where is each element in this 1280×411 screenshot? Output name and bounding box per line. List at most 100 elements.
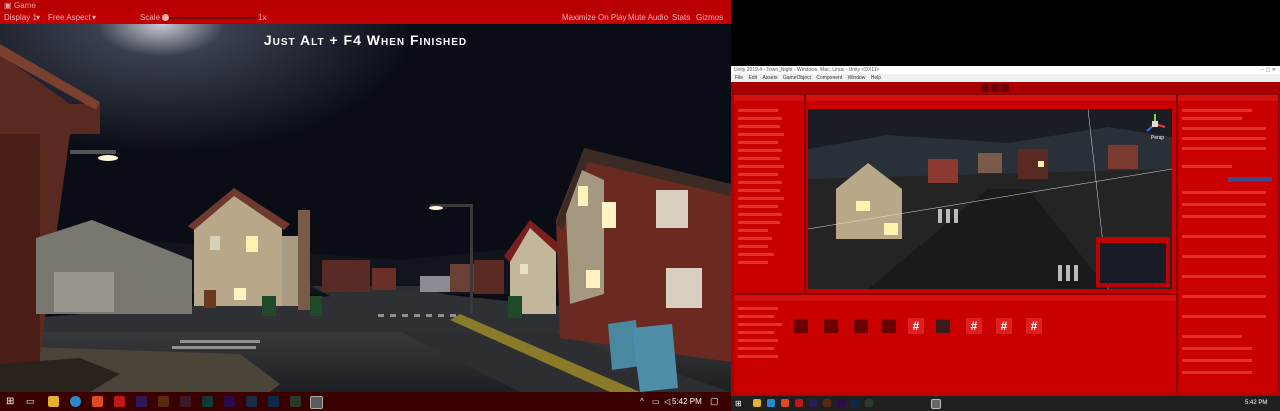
project-tree-row[interactable] bbox=[738, 339, 778, 342]
menu-window[interactable]: Window bbox=[848, 75, 866, 81]
inspector-row[interactable] bbox=[1182, 315, 1266, 318]
hierarchy-panel[interactable] bbox=[733, 94, 805, 294]
menu-assets[interactable]: Assets bbox=[762, 75, 777, 81]
gizmos-dropdown[interactable]: Gizmos bbox=[696, 12, 723, 24]
project-tree-row[interactable] bbox=[738, 355, 778, 358]
project-tree-row[interactable] bbox=[738, 307, 778, 310]
inspector-panel[interactable] bbox=[1177, 94, 1279, 394]
hierarchy-row[interactable] bbox=[738, 205, 778, 208]
inspector-row[interactable] bbox=[1182, 165, 1232, 168]
inspector-row[interactable] bbox=[1182, 235, 1266, 238]
visual-studio-icon[interactable] bbox=[310, 396, 323, 409]
hierarchy-row[interactable] bbox=[738, 149, 782, 152]
hierarchy-row[interactable] bbox=[738, 125, 780, 128]
photoshop-icon[interactable] bbox=[851, 399, 859, 407]
menu-component[interactable]: Component bbox=[816, 75, 842, 81]
menu-gameobject[interactable]: GameObject bbox=[783, 75, 811, 81]
menu-file[interactable]: File bbox=[735, 75, 743, 81]
illustrator-icon[interactable] bbox=[823, 399, 831, 407]
scale-slider-handle[interactable] bbox=[162, 14, 169, 21]
hierarchy-row[interactable] bbox=[738, 261, 768, 264]
file-explorer-icon[interactable] bbox=[753, 399, 761, 407]
play-button[interactable] bbox=[981, 84, 989, 92]
game-viewport[interactable]: Just Alt + F4 When Finished bbox=[0, 24, 731, 392]
script-icon[interactable]: # bbox=[996, 318, 1012, 334]
game-window-titlebar[interactable]: ▣ Game bbox=[0, 0, 731, 12]
inspector-row[interactable] bbox=[1182, 137, 1266, 140]
inspector-row[interactable] bbox=[1182, 295, 1266, 298]
hierarchy-row[interactable] bbox=[738, 213, 782, 216]
hierarchy-row[interactable] bbox=[738, 229, 768, 232]
scene-gizmo-icon[interactable] bbox=[1144, 113, 1166, 135]
acrobat-icon[interactable] bbox=[795, 399, 803, 407]
hierarchy-row[interactable] bbox=[738, 157, 780, 160]
hierarchy-row[interactable] bbox=[738, 181, 782, 184]
aspect-dropdown[interactable]: Free Aspect bbox=[48, 12, 91, 24]
project-tree-row[interactable] bbox=[738, 315, 774, 318]
inspector-row[interactable] bbox=[1182, 203, 1266, 206]
project-tree-row[interactable] bbox=[738, 347, 774, 350]
scene-persp-label[interactable]: Persp bbox=[1151, 135, 1164, 141]
windows-icon[interactable]: ⊞ bbox=[6, 396, 17, 407]
hierarchy-row[interactable] bbox=[738, 109, 778, 112]
menu-edit[interactable]: Edit bbox=[748, 75, 757, 81]
brave-icon[interactable] bbox=[781, 399, 789, 407]
scene-view-panel[interactable]: Persp bbox=[805, 94, 1177, 294]
game-window-title[interactable]: Game bbox=[14, 0, 36, 12]
maximize-on-play-toggle[interactable]: Maximize On Play bbox=[562, 12, 626, 24]
unity-titlebar[interactable]: Unity 2019.4 - Town_Night - Windows, Mac… bbox=[731, 66, 1280, 74]
folder-icon[interactable] bbox=[854, 319, 868, 333]
windows-icon[interactable]: ⊞ bbox=[735, 396, 742, 411]
script-icon[interactable]: # bbox=[966, 318, 982, 334]
battery-icon[interactable]: ▭ bbox=[652, 392, 660, 411]
taskbar-clock[interactable]: 5:42 PM bbox=[672, 392, 702, 411]
after-effects-icon[interactable] bbox=[136, 396, 147, 407]
unity-icon[interactable] bbox=[865, 399, 873, 407]
hierarchy-row[interactable] bbox=[738, 237, 772, 240]
inspector-row[interactable] bbox=[1182, 275, 1266, 278]
chevron-up-icon[interactable]: ^ bbox=[640, 392, 644, 411]
hierarchy-row[interactable] bbox=[738, 189, 780, 192]
hierarchy-row[interactable] bbox=[738, 221, 780, 224]
inspector-row[interactable] bbox=[1182, 215, 1266, 218]
audition-icon[interactable] bbox=[202, 396, 213, 407]
file-explorer-icon[interactable] bbox=[48, 396, 59, 407]
inspector-row[interactable] bbox=[1182, 359, 1252, 362]
project-tree-row[interactable] bbox=[738, 331, 774, 334]
inspector-row[interactable] bbox=[1182, 147, 1266, 150]
window-controls[interactable]: – ▢ ✕ bbox=[1262, 66, 1276, 74]
taskbar-clock[interactable]: 5:42 PM bbox=[1245, 396, 1267, 411]
hierarchy-row[interactable] bbox=[738, 165, 784, 168]
display-dropdown[interactable]: Display 1 bbox=[4, 12, 37, 24]
volume-icon[interactable]: ◁ bbox=[664, 392, 670, 411]
project-panel[interactable]: # # # # bbox=[733, 294, 1177, 394]
hierarchy-row[interactable] bbox=[738, 141, 778, 144]
unity-icon[interactable] bbox=[290, 396, 301, 407]
edge-icon[interactable] bbox=[767, 399, 775, 407]
mute-audio-toggle[interactable]: Mute Audio bbox=[628, 12, 668, 24]
visual-studio-icon[interactable] bbox=[931, 399, 941, 409]
step-button[interactable] bbox=[1001, 84, 1009, 92]
hierarchy-row[interactable] bbox=[738, 253, 774, 256]
hierarchy-row[interactable] bbox=[738, 197, 784, 200]
inspector-row[interactable] bbox=[1182, 127, 1266, 130]
illustrator-icon[interactable] bbox=[158, 396, 169, 407]
pause-button[interactable] bbox=[991, 84, 999, 92]
scene-viewport[interactable] bbox=[808, 109, 1172, 289]
stats-toggle[interactable]: Stats bbox=[672, 12, 690, 24]
background-color-swatch[interactable] bbox=[1228, 177, 1272, 182]
folder-icon[interactable] bbox=[824, 319, 838, 333]
inspector-row[interactable] bbox=[1182, 255, 1266, 258]
script-icon[interactable]: # bbox=[1026, 318, 1042, 334]
after-effects-icon[interactable] bbox=[809, 399, 817, 407]
acrobat-icon[interactable] bbox=[114, 396, 125, 407]
edge-icon[interactable] bbox=[70, 396, 81, 407]
hierarchy-row[interactable] bbox=[738, 133, 784, 136]
premiere-icon[interactable] bbox=[224, 396, 235, 407]
inspector-row[interactable] bbox=[1182, 335, 1242, 338]
scene-asset-icon[interactable] bbox=[936, 319, 950, 333]
scale-slider-track[interactable] bbox=[166, 17, 256, 19]
inspector-row[interactable] bbox=[1182, 191, 1266, 194]
premiere-icon[interactable] bbox=[837, 399, 845, 407]
inspector-row[interactable] bbox=[1182, 109, 1252, 112]
